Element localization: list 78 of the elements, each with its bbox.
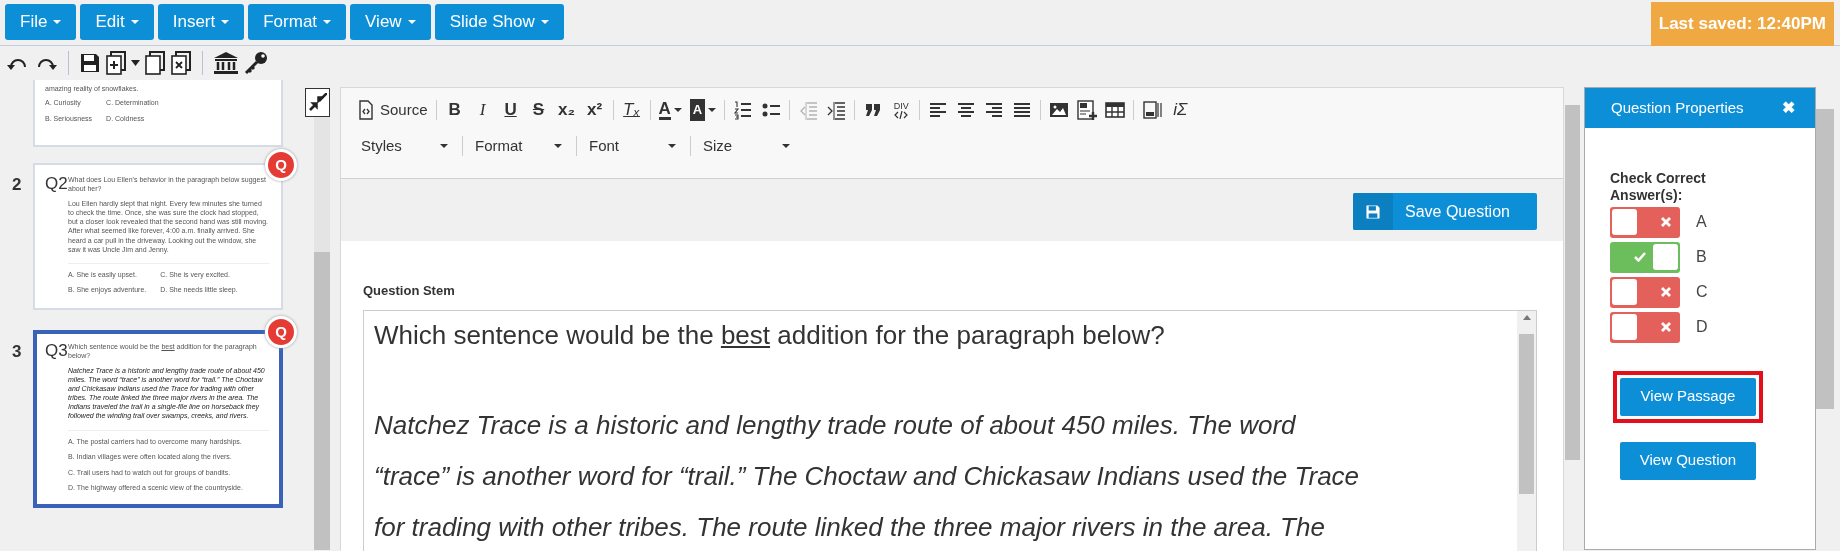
close-icon [1661,287,1671,298]
menu-button[interactable]: Edit [80,4,154,40]
menu-button[interactable]: Insert [157,4,245,40]
toolbar-button[interactable]: Tₓ [617,96,646,124]
toolbar-button[interactable]: iΣ [1166,96,1195,124]
section-heading: Question Stem [363,282,456,300]
aligncenter-icon [956,100,977,120]
delete-page-icon[interactable] [170,51,192,75]
alignleft-icon [928,100,949,120]
toggle-switch[interactable] [1610,241,1680,273]
save-icon[interactable] [79,52,101,74]
add-page-icon[interactable] [105,51,127,75]
check-icon [1634,252,1646,263]
iframe-icon [1142,100,1163,120]
question-badge: Q [265,315,297,348]
scrollbar-thumb[interactable] [1565,105,1580,460]
indent-icon [826,100,847,120]
image-icon [1049,100,1070,120]
outdent-icon [798,100,819,120]
scrollbar-thumb[interactable] [314,252,330,550]
bank-icon[interactable] [213,51,239,75]
table-icon [1105,100,1126,120]
toolbar-button[interactable]: DIV [887,96,916,124]
toolbar-button[interactable]: I [468,96,497,124]
toolbar-button[interactable]: A [654,96,686,124]
dropdown[interactable]: Format [467,134,572,158]
toolbar-button[interactable]: A [685,96,721,124]
save-icon [1365,203,1381,220]
toggle-switch[interactable] [1610,311,1680,343]
save-question-button[interactable]: Save Question [1353,193,1537,230]
copy-icon[interactable] [144,51,166,75]
passage-text: Natchez Trace is a historic and lengthy trade route of about 450 miles. The word “trace” is another word for “trail.” The Choctaw and Chickasaw Indians used the Trace for trading with other tribes. The route linked the three major rivers in the area. The [374,408,1361,544]
menu-button[interactable]: Slide Show [434,4,564,40]
source-button[interactable]: Source [353,96,432,124]
numlist-icon [733,100,754,120]
text-editor[interactable] [363,309,1537,551]
view-button[interactable]: View Question [1620,441,1756,480]
caret-icon[interactable] [131,60,140,66]
scrollbar-thumb[interactable] [1519,333,1534,494]
scroll-up-icon[interactable] [1522,314,1531,320]
option-letter: B [1696,247,1707,268]
toolbar-button[interactable]: x² [580,96,609,124]
template-icon [1077,100,1098,120]
close-icon [1661,322,1671,333]
menu-button[interactable]: File [5,4,77,40]
dropdown[interactable]: Styles [353,134,458,158]
collapse-button[interactable] [305,88,330,117]
last-saved-badge: Last saved: 12:40PM [1650,2,1834,46]
option-letter: A [1696,212,1707,233]
justify-icon [1012,100,1033,120]
view-button[interactable]: View Passage [1620,377,1756,416]
panel-title: Question Properties [1611,97,1744,118]
menu-button[interactable]: View [350,4,431,40]
dropdown[interactable]: Size [695,134,800,158]
collapse-icon [308,93,327,112]
key-icon[interactable] [243,50,269,76]
question-badge: Q [265,149,297,181]
field-label: Check Correct Answer(s): [1610,170,1707,204]
close-icon [1661,217,1671,228]
toolbar-button[interactable]: S [524,96,553,124]
alignright-icon [984,100,1005,120]
toggle-switch[interactable] [1610,276,1680,308]
question-label: Q2 [45,175,68,194]
toolbar-button[interactable]: U [496,96,525,124]
dropdown[interactable]: Font [581,134,686,158]
question-label: Q3 [45,341,68,360]
option-letter: C [1696,282,1708,303]
toolbar-button[interactable]: x₂ [552,96,581,124]
toolbar-button[interactable]: B [440,96,469,124]
code-icon [894,110,909,119]
toggle-switch[interactable] [1610,206,1680,238]
scrollbar-thumb[interactable] [1816,109,1834,409]
question-text: Which sentence would be the best addition for the paragraph below? [374,318,1166,352]
slide-number: 2 [11,174,23,196]
slide-number: 3 [11,340,23,363]
close-button[interactable]: ✖ [1782,96,1795,120]
menu-button[interactable]: Format [248,4,347,40]
option-letter: D [1696,317,1708,338]
